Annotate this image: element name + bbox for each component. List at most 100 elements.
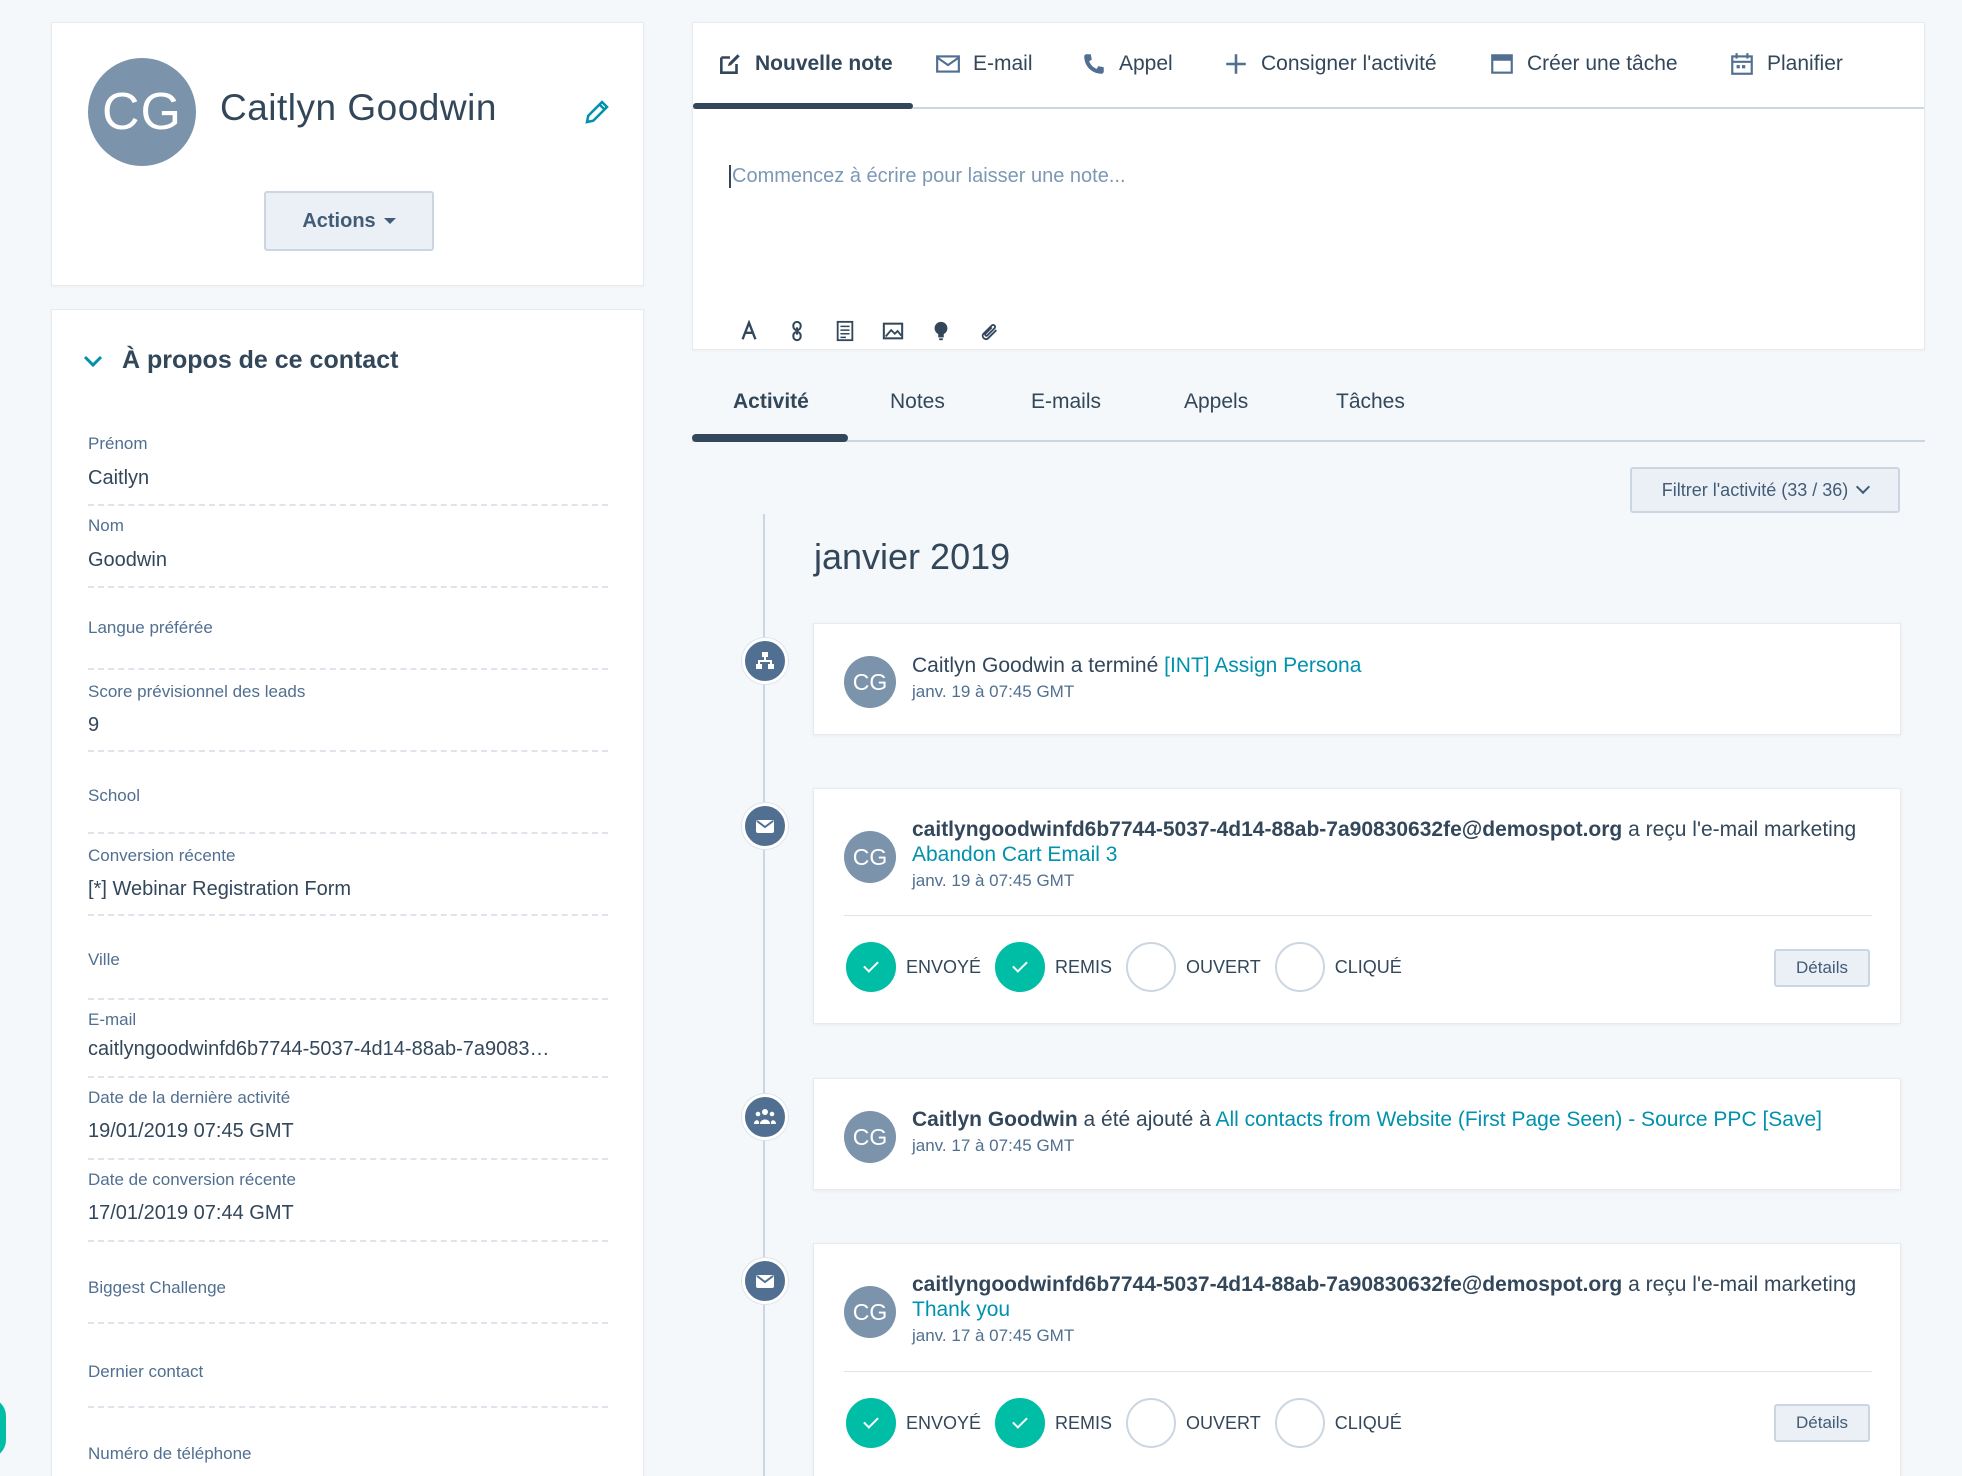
property-phone[interactable]: Numéro de téléphone <box>88 1408 608 1476</box>
property-language[interactable]: Langue préférée <box>88 588 608 670</box>
empty-circle-icon <box>1126 942 1177 992</box>
property-recent-conversion-date[interactable]: Date de conversion récente 17/01/2019 07… <box>88 1160 608 1242</box>
property-email[interactable]: E-mail caitlyngoodwinfd6b7744-5037-4d14-… <box>88 1000 608 1078</box>
property-label: Score prévisionnel des leads <box>88 682 306 701</box>
empty-circle-icon <box>1274 942 1325 992</box>
property-value: 9 <box>88 714 100 736</box>
pencil-icon[interactable] <box>582 97 612 127</box>
details-button[interactable]: Détails <box>1774 949 1870 987</box>
status-clicked: CLIQUÉ <box>1274 942 1402 992</box>
property-last-name[interactable]: Nom Goodwin <box>88 506 608 588</box>
property-value: caitlyngoodwinfd6b7744-5037-4d14-88ab-7a… <box>88 1038 550 1060</box>
text-format-icon[interactable] <box>737 319 761 343</box>
avatar: CG <box>844 656 896 708</box>
tab-call[interactable]: Appel <box>1081 51 1173 77</box>
tab-email[interactable]: E-mail <box>935 51 1033 77</box>
activity-text: Caitlyn Goodwin a été ajouté à All conta… <box>912 1107 1862 1132</box>
tab-activity[interactable]: Activité <box>733 390 809 414</box>
activity-timestamp: janv. 17 à 07:45 GMT <box>912 1326 1075 1345</box>
property-label: Biggest Challenge <box>88 1278 226 1297</box>
tab-log-activity[interactable]: Consigner l'activité <box>1223 51 1437 77</box>
composer-tabs: Nouvelle note E-mail Appel Consigner l'a… <box>693 23 1924 109</box>
property-city[interactable]: Ville <box>88 916 608 1000</box>
property-label: Ville <box>88 950 120 969</box>
contact-name: Caitlyn Goodwin <box>220 87 497 128</box>
property-lead-score[interactable]: Score prévisionnel des leads 9 <box>88 670 608 752</box>
tab-emails[interactable]: E-mails <box>1031 390 1101 414</box>
empty-circle-icon <box>1274 1398 1325 1448</box>
chevron-down-icon <box>83 355 103 367</box>
active-tab-indicator <box>692 434 848 442</box>
edit-note-icon <box>720 54 740 74</box>
avatar: CG <box>844 831 896 883</box>
status-delivered: REMIS <box>995 942 1112 992</box>
image-icon[interactable] <box>881 319 905 343</box>
status-clicked: CLIQUÉ <box>1274 1398 1402 1448</box>
activity-link[interactable]: Abandon Cart Email 3 <box>912 843 1117 866</box>
tab-notes[interactable]: Notes <box>890 390 945 414</box>
chevron-down-icon <box>1856 479 1871 495</box>
property-last-activity-date[interactable]: Date de la dernière activité 19/01/2019 … <box>88 1078 608 1160</box>
details-button[interactable]: Détails <box>1774 1404 1870 1442</box>
status-label: REMIS <box>1055 956 1113 977</box>
activity-text: caitlyngoodwinfd6b7744-5037-4d14-88ab-7a… <box>912 1272 1862 1322</box>
activity-actor: Caitlyn Goodwin <box>912 1108 1078 1131</box>
property-value: [*] Webinar Registration Form <box>88 878 352 900</box>
filter-activity-button[interactable]: Filtrer l'activité (33 / 36) <box>1630 467 1900 513</box>
caret-down-icon <box>383 218 396 224</box>
tab-label: Consigner l'activité <box>1261 52 1437 75</box>
tab-create-task[interactable]: Créer une tâche <box>1489 51 1678 77</box>
envelope-icon <box>742 1258 788 1304</box>
check-icon <box>995 942 1046 992</box>
property-label: Nom <box>88 516 124 535</box>
chat-launcher[interactable] <box>0 1398 6 1458</box>
activity-actor: caitlyngoodwinfd6b7744-5037-4d14-88ab-7a… <box>912 818 1623 841</box>
activity-link[interactable]: All contacts from Website (First Page Se… <box>1215 1108 1822 1131</box>
timeline-month-heading: janvier 2019 <box>814 536 1011 577</box>
activity-link[interactable]: Thank you <box>912 1298 1010 1321</box>
plus-icon <box>1226 54 1246 74</box>
contact-profile-card: CG Caitlyn Goodwin Actions <box>51 22 644 286</box>
status-sent: ENVOYÉ <box>846 1398 981 1448</box>
property-label: Prénom <box>88 434 148 453</box>
avatar: CG <box>88 58 196 166</box>
activity-timestamp: janv. 19 à 07:45 GMT <box>912 682 1075 701</box>
lightbulb-icon[interactable] <box>929 319 953 343</box>
status-opened: OUVERT <box>1126 942 1261 992</box>
activity-card: CG caitlyngoodwinfd6b7744-5037-4d14-88ab… <box>813 1243 1901 1476</box>
paperclip-icon[interactable] <box>977 319 1001 343</box>
actions-label: Actions <box>302 209 376 232</box>
about-section-title: À propos de ce contact <box>122 346 399 374</box>
check-icon <box>846 1398 896 1448</box>
tab-label: Créer une tâche <box>1527 52 1678 75</box>
snippet-icon[interactable] <box>833 319 857 343</box>
tab-schedule[interactable]: Planifier <box>1729 51 1843 77</box>
property-biggest-challenge[interactable]: Biggest Challenge <box>88 1242 608 1324</box>
property-recent-conversion[interactable]: Conversion récente [*] Webinar Registrat… <box>88 834 608 916</box>
property-value: Caitlyn <box>88 467 150 489</box>
activity-text: Caitlyn Goodwin a terminé [INT] Assign P… <box>912 653 1862 678</box>
property-first-name[interactable]: Prénom Caitlyn <box>88 424 608 506</box>
status-label: CLIQUÉ <box>1334 1412 1402 1433</box>
activity-actor: caitlyngoodwinfd6b7744-5037-4d14-88ab-7a… <box>912 1273 1623 1296</box>
tab-label: E-mail <box>973 52 1033 75</box>
activity-actor: Caitlyn Goodwin <box>912 654 1065 677</box>
actions-button[interactable]: Actions <box>264 191 434 251</box>
property-last-contact[interactable]: Dernier contact <box>88 1324 608 1408</box>
link-icon[interactable] <box>785 319 809 343</box>
property-value: 19/01/2019 07:45 GMT <box>88 1120 294 1142</box>
property-label: Conversion récente <box>88 846 236 865</box>
envelope-icon <box>936 55 960 73</box>
property-value: 17/01/2019 07:44 GMT <box>88 1202 294 1224</box>
status-sent: ENVOYÉ <box>846 942 981 992</box>
activity-link[interactable]: [INT] Assign Persona <box>1164 654 1361 677</box>
property-school[interactable]: School <box>88 752 608 834</box>
tab-new-note[interactable]: Nouvelle note <box>717 51 893 77</box>
property-label: Numéro de téléphone <box>88 1444 252 1463</box>
status-label: CLIQUÉ <box>1334 956 1402 977</box>
tab-calls[interactable]: Appels <box>1184 390 1248 414</box>
about-section-toggle[interactable]: À propos de ce contact <box>82 346 398 375</box>
tab-tasks[interactable]: Tâches <box>1336 390 1405 414</box>
note-input[interactable]: Commencez à écrire pour laisser une note… <box>729 165 1126 188</box>
divider <box>844 1371 1872 1372</box>
